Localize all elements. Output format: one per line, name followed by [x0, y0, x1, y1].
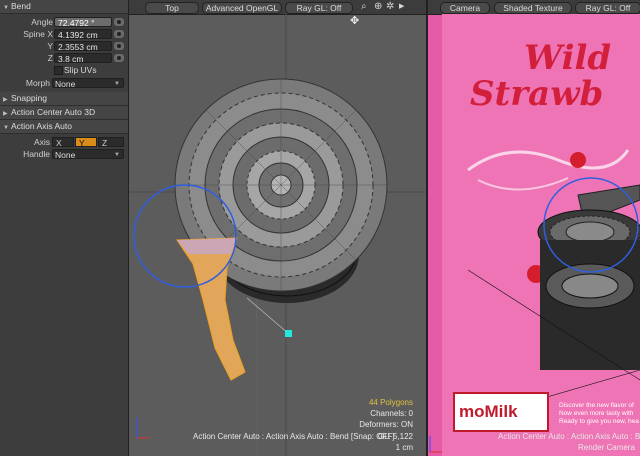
- logo-text: moMilk: [459, 402, 518, 421]
- cup-lid-spiral: [565, 221, 615, 243]
- gizmo-handle: [285, 330, 292, 337]
- keyframe-toggle-icon[interactable]: [114, 30, 124, 38]
- deformers-info: Deformers: ON: [359, 420, 413, 429]
- momilk-logo: moMilk: [453, 392, 549, 432]
- spine-z-field[interactable]: 3.8 cm: [54, 53, 112, 64]
- camera-viewport[interactable]: Camera Shaded Texture Ray GL: Off Wild S…: [428, 0, 640, 456]
- ad-copy-line: Ready to give you new, hea: [559, 418, 639, 425]
- action-center-label: Action Center Auto 3D: [11, 107, 96, 117]
- ad-title-strawberry: Strawb: [470, 74, 604, 114]
- morph-row: Morph None ▼: [0, 77, 128, 89]
- axis-z-button[interactable]: Z: [98, 137, 124, 148]
- slip-uvs-label: Slip UVs: [64, 65, 97, 75]
- chevron-down-icon: ▼: [114, 81, 120, 87]
- camera-name: Render Camera: [578, 443, 635, 452]
- axis-y-button[interactable]: Y: [75, 137, 97, 148]
- snapping-section-header[interactable]: ▶ Snapping: [0, 92, 128, 106]
- handle-dropdown[interactable]: None ▼: [52, 149, 124, 160]
- angle-field[interactable]: 72.4792 °: [54, 17, 112, 28]
- ad-title-wild: Wild: [524, 38, 612, 78]
- morph-dropdown[interactable]: None ▼: [52, 78, 124, 89]
- status-line: Action Center Auto : Action Axis Auto : …: [193, 432, 395, 441]
- action-center-section-header[interactable]: ▶ Action Center Auto 3D: [0, 106, 128, 120]
- ad-copy: Discover the new flavor of Now even more…: [559, 402, 640, 426]
- channels-info: Channels: 0: [370, 409, 413, 418]
- action-axis-label: Action Axis Auto: [11, 121, 72, 131]
- keyframe-toggle-icon[interactable]: [114, 18, 124, 26]
- spine-z-label: Z: [47, 53, 53, 63]
- scale-info: 1 cm: [395, 443, 413, 452]
- spine-x-field[interactable]: 4.1392 cm: [54, 29, 112, 40]
- handle-label: Handle: [23, 149, 50, 159]
- cup-rim-inner: [561, 273, 619, 299]
- collapse-arrow-icon: ▼: [3, 5, 9, 11]
- polygon-count: 44 Polygons: [368, 398, 413, 407]
- gizmo-line: [246, 297, 290, 335]
- properties-panel: ▼ Bend Angle 72.4792 ° Spine X 4.1392 cm …: [0, 0, 129, 456]
- collapse-arrow-icon: ▼: [3, 125, 9, 131]
- ad-copy-line: Discover the new flavor of: [559, 402, 634, 409]
- spine-z-row: Z 3.8 cm: [0, 52, 128, 64]
- angle-row: Angle 72.4792 °: [0, 16, 128, 28]
- snapping-label: Snapping: [11, 93, 47, 103]
- axis-x-button[interactable]: X: [52, 137, 74, 148]
- slip-uvs-checkbox[interactable]: [54, 66, 63, 75]
- angle-label: Angle: [31, 17, 53, 27]
- handle-value: None: [55, 150, 76, 160]
- handle-row: Handle None ▼: [0, 148, 128, 160]
- ad-copy-line: Now even more tasty with: [559, 410, 634, 417]
- bend-section-header[interactable]: ▼ Bend: [0, 0, 128, 14]
- spine-y-field[interactable]: 2.3553 cm: [54, 41, 112, 52]
- bend-title: Bend: [11, 1, 31, 11]
- spine-y-label: Y: [47, 41, 53, 51]
- spine-x-row: Spine X 4.1392 cm: [0, 28, 128, 40]
- spine-x-label: Spine X: [23, 29, 53, 39]
- morph-label: Morph: [25, 78, 50, 88]
- spine-y-row: Y 2.3553 cm: [0, 40, 128, 52]
- slip-uvs-row: Slip UVs: [0, 64, 128, 76]
- action-axis-section-header[interactable]: ▼ Action Axis Auto: [0, 120, 128, 134]
- axis-label: Axis: [33, 137, 50, 147]
- morph-value: None: [55, 79, 76, 89]
- axis-row: Axis X Y Z: [0, 136, 128, 148]
- keyframe-toggle-icon[interactable]: [114, 54, 124, 62]
- top-viewport[interactable]: Top Advanced OpenGL Ray GL: Off ⌕ ⊕ ✲ ▶ …: [129, 0, 426, 456]
- viewport-scene: [129, 14, 426, 456]
- status-line: Action Center Auto : Action Axis Auto : …: [498, 432, 640, 441]
- chevron-down-icon: ▼: [114, 152, 120, 158]
- keyframe-toggle-icon[interactable]: [114, 42, 124, 50]
- strawberry: [570, 152, 586, 168]
